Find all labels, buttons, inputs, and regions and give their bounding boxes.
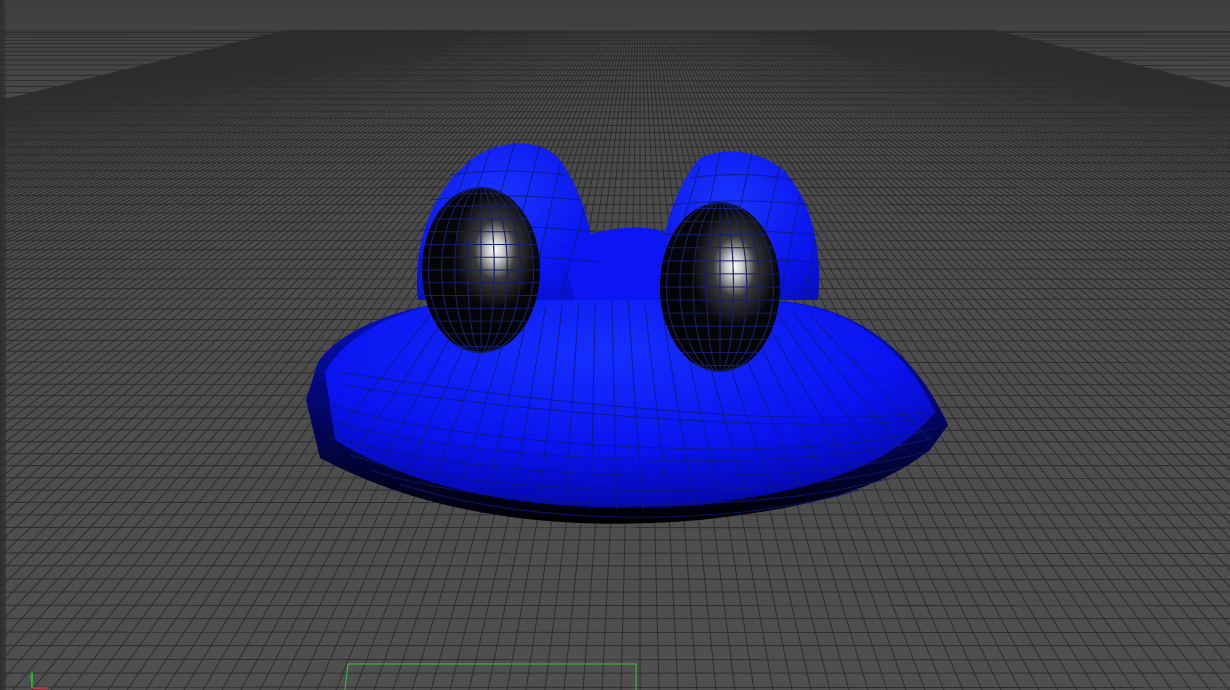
right-eye	[660, 202, 780, 372]
viewport-canvas[interactable]: y	[0, 0, 1230, 690]
svg-text:y: y	[29, 672, 34, 681]
left-eye	[422, 187, 540, 353]
3d-viewport[interactable]: y	[0, 0, 1230, 690]
